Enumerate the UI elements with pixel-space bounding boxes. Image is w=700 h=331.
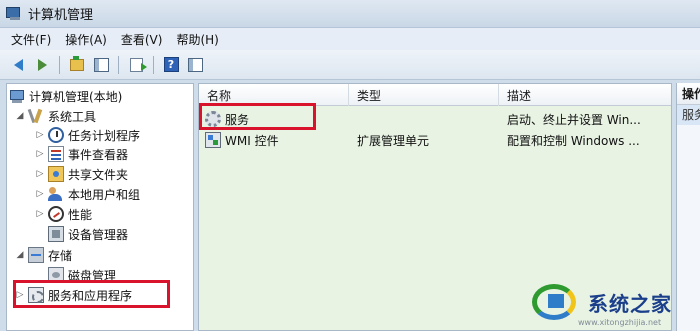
watermark-url: www.xitongzhijia.net	[578, 318, 662, 327]
forward-arrow-icon[interactable]	[32, 55, 52, 75]
column-header-description[interactable]: 描述	[499, 84, 671, 106]
tree-label: 本地用户和组	[68, 187, 141, 202]
column-header-type[interactable]: 类型	[349, 84, 499, 106]
toolbar-separator	[153, 55, 154, 74]
users-icon	[48, 186, 64, 202]
up-folder-icon[interactable]	[67, 55, 87, 75]
tree-label: 事件查看器	[68, 147, 129, 162]
menu-bar: 文件(F) 操作(A) 查看(V) 帮助(H)	[0, 28, 700, 50]
watermark-logo	[528, 280, 584, 324]
watermark-text: 系统之家	[588, 291, 672, 316]
tree-item-local-users[interactable]: ▷ 本地用户和组	[35, 184, 140, 204]
row-type: 扩展管理单元	[357, 133, 430, 148]
performance-gauge-icon	[48, 206, 64, 222]
tree-label: 系统工具	[48, 109, 97, 124]
show-hide-action-pane-icon[interactable]	[185, 55, 205, 75]
tree-label: 任务计划程序	[68, 128, 141, 143]
tree-item-system-tools[interactable]: ◢ 系统工具	[15, 106, 96, 126]
tree-label: 设备管理器	[68, 227, 129, 242]
highlight-box-services-apps	[13, 280, 170, 308]
row-name: WMI 控件	[225, 133, 279, 148]
device-manager-icon	[48, 226, 64, 242]
collapse-arrow-icon[interactable]: ◢	[15, 111, 25, 121]
tools-icon	[28, 108, 44, 124]
toolbar: ?	[0, 50, 700, 80]
row-type	[357, 109, 497, 129]
computer-icon	[9, 88, 25, 104]
shared-folder-icon	[48, 166, 64, 182]
expand-arrow-icon[interactable]: ▷	[35, 169, 45, 179]
help-icon[interactable]: ?	[161, 55, 181, 75]
expand-arrow-icon[interactable]: ▷	[35, 149, 45, 159]
clock-icon	[48, 127, 64, 143]
tree-item-device-manager[interactable]: 设备管理器	[48, 224, 128, 244]
window-title: 计算机管理	[28, 8, 94, 23]
expand-arrow-icon[interactable]: ▷	[35, 130, 45, 140]
tree-item-task-scheduler[interactable]: ▷ 任务计划程序	[35, 125, 140, 145]
title-bar: 计算机管理	[0, 0, 700, 28]
tree-item-shared-folders[interactable]: ▷ 共享文件夹	[35, 164, 128, 184]
menu-file[interactable]: 文件(F)	[4, 31, 58, 48]
collapse-arrow-icon[interactable]: ◢	[15, 250, 25, 260]
tree-label: 共享文件夹	[68, 167, 129, 182]
export-list-icon[interactable]	[126, 55, 147, 75]
menu-action[interactable]: 操作(A)	[58, 31, 114, 48]
list-row-wmi[interactable]: WMI 控件 扩展管理单元 配置和控制 Windows ...	[199, 130, 671, 150]
wmi-control-icon	[205, 132, 221, 148]
storage-icon	[28, 247, 44, 263]
highlight-box-services	[199, 103, 316, 130]
show-hide-tree-icon[interactable]	[91, 55, 111, 75]
tree-item-event-viewer[interactable]: ▷ 事件查看器	[35, 144, 128, 164]
menu-help[interactable]: 帮助(H)	[169, 31, 225, 48]
tree-item-storage[interactable]: ◢ 存储	[15, 245, 72, 265]
tree-label: 性能	[68, 207, 93, 222]
computer-management-icon	[6, 6, 22, 21]
actions-header: 操作	[677, 83, 700, 105]
toolbar-separator	[59, 55, 60, 74]
row-description: 配置和控制 Windows ...	[507, 133, 640, 148]
menu-view[interactable]: 查看(V)	[114, 31, 170, 48]
actions-item-services[interactable]: 服务	[677, 105, 700, 125]
toolbar-separator	[118, 55, 119, 74]
expand-arrow-icon[interactable]: ▷	[35, 209, 45, 219]
row-description: 启动、终止并设置 Win...	[507, 112, 641, 127]
back-arrow-icon[interactable]	[8, 55, 28, 75]
tree-item-root[interactable]: 计算机管理(本地)	[9, 86, 122, 106]
tree-label: 存储	[48, 248, 73, 263]
expand-arrow-icon[interactable]: ▷	[35, 189, 45, 199]
tree-item-performance[interactable]: ▷ 性能	[35, 204, 92, 224]
event-log-icon	[48, 146, 64, 162]
tree-label: 计算机管理(本地)	[29, 89, 123, 104]
